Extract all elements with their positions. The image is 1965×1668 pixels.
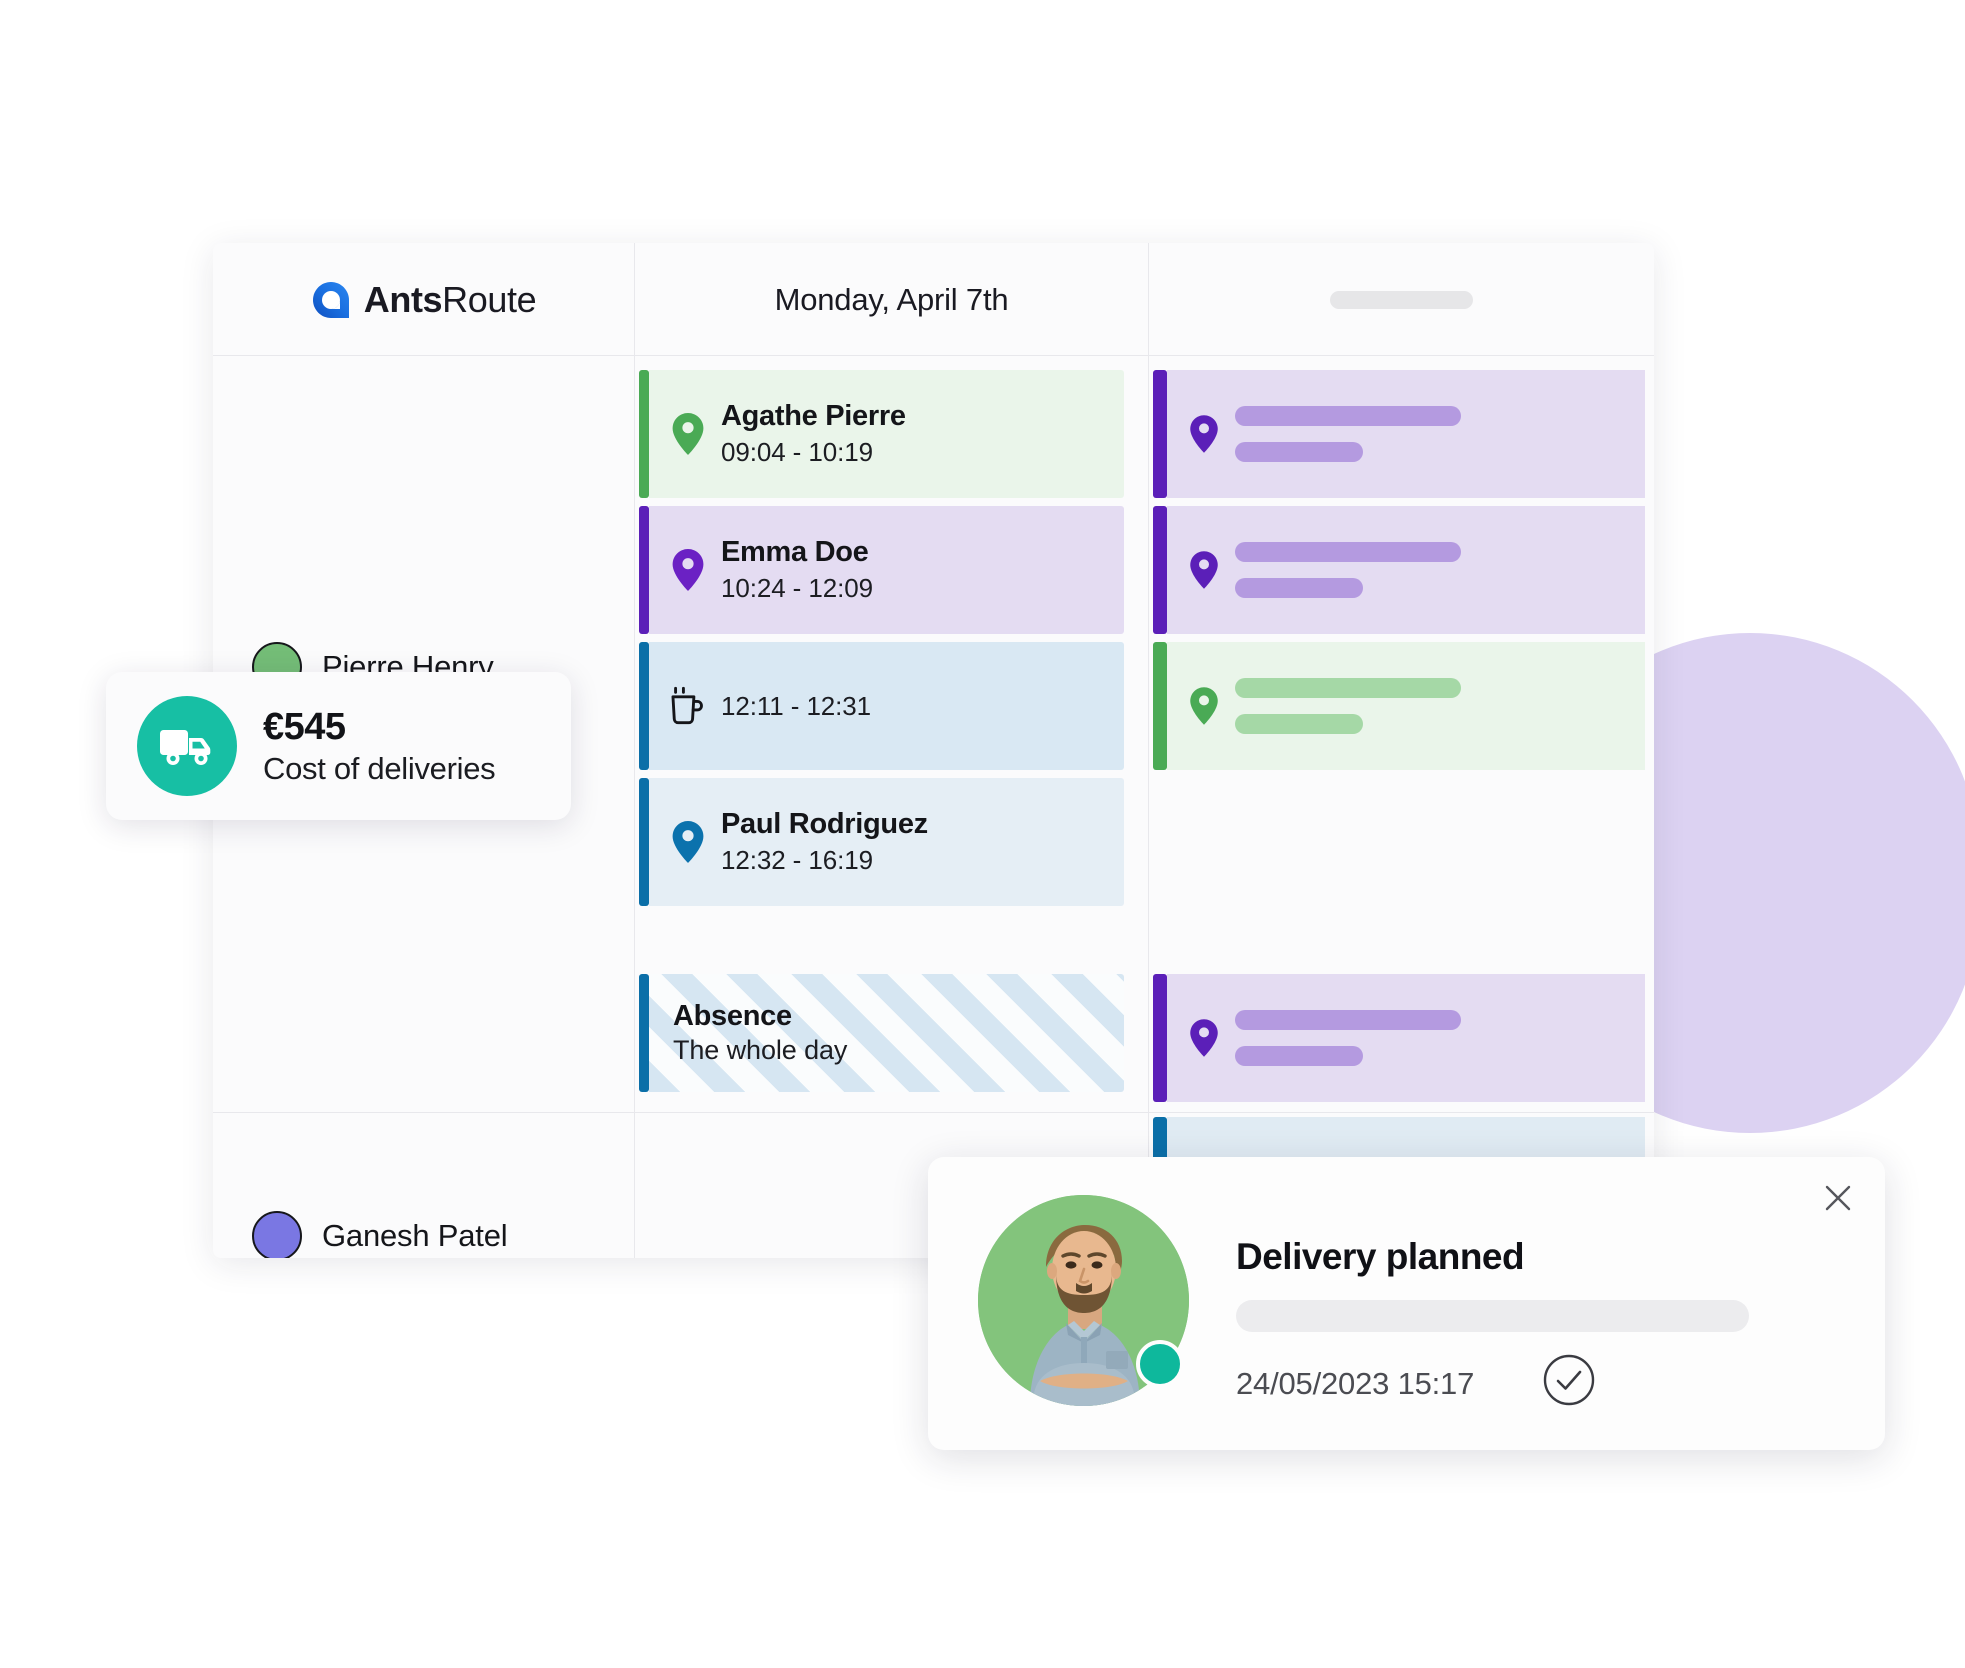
break-time: 12:11 - 12:31 (721, 690, 872, 721)
appointment-card-paul-rodriguez[interactable]: Paul Rodriguez 12:32 - 16:19 (639, 778, 1124, 906)
skeleton-line (1235, 542, 1461, 562)
absence-title: Absence (673, 1000, 792, 1032)
card-accent-bar (1153, 506, 1167, 634)
coffee-mug-icon (671, 686, 703, 725)
cost-label: Cost of deliveries (263, 750, 496, 786)
cost-amount: €545 (263, 705, 346, 748)
logo-text-bold: Ants (363, 278, 443, 320)
card-accent-bar (639, 506, 649, 634)
header-skeleton-bar (1330, 290, 1473, 309)
map-pin-icon (1190, 415, 1218, 453)
map-pin-icon (1190, 687, 1218, 725)
appointment-time: 10:24 - 12:09 (721, 573, 873, 603)
delivery-truck-icon (160, 730, 211, 765)
skeleton-line (1235, 714, 1363, 734)
driver-row-ganesh-patel[interactable]: Ganesh Patel (213, 1211, 634, 1258)
popup-skeleton-bar (1236, 1300, 1749, 1332)
card-accent-bar (1153, 370, 1167, 498)
map-pin-icon (1190, 1019, 1218, 1057)
skeleton-card-2[interactable] (1153, 506, 1645, 634)
skeleton-card-1[interactable] (1153, 370, 1645, 498)
card-accent-bar (639, 370, 649, 498)
map-pin-icon (672, 413, 704, 455)
skeleton-card-3[interactable] (1153, 642, 1645, 770)
column-divider-1 (634, 243, 635, 1258)
absence-card[interactable]: Absence The whole day (639, 974, 1124, 1092)
screenshot-root: AntsRoute Monday, April 7th Pierre Henry… (0, 0, 1965, 1668)
header-date-cell: Monday, April 7th (635, 243, 1148, 356)
antsroute-logo-icon (312, 281, 349, 318)
popup-timestamp: 24/05/2023 15:17 (1236, 1366, 1475, 1401)
status-badge (1136, 1340, 1184, 1388)
cost-of-deliveries-card[interactable]: €545 Cost of deliveries (106, 672, 571, 820)
map-pin-icon (672, 821, 704, 863)
map-pin-icon (672, 549, 704, 591)
appointment-card-emma-doe[interactable]: Emma Doe 10:24 - 12:09 (639, 506, 1124, 634)
break-card[interactable]: 12:11 - 12:31 (639, 642, 1124, 770)
appointment-title: Paul Rodriguez (721, 808, 928, 840)
skeleton-line (1235, 1046, 1363, 1066)
delivery-truck-badge (137, 696, 237, 796)
absence-subtitle: The whole day (673, 1035, 848, 1065)
close-icon (1825, 1185, 1851, 1211)
logo-text-light: Route (442, 278, 537, 320)
skeleton-line (1235, 442, 1363, 462)
driver-row-divider (213, 1112, 1654, 1113)
skeleton-line (1235, 1010, 1461, 1030)
popup-title: Delivery planned (1236, 1236, 1525, 1277)
card-accent-bar (1153, 642, 1167, 770)
card-accent-bar (639, 642, 649, 770)
delivery-planned-popup: Delivery planned 24/05/2023 15:17 (928, 1157, 1885, 1450)
check-circle-icon[interactable] (1543, 1354, 1595, 1406)
current-date-label: Monday, April 7th (774, 281, 1009, 317)
appointment-title: Emma Doe (721, 536, 869, 568)
brand-logo[interactable]: AntsRoute (213, 243, 634, 356)
header-skeleton-cell (1149, 243, 1654, 356)
skeleton-line (1235, 578, 1363, 598)
appointment-time: 12:32 - 16:19 (721, 845, 873, 875)
skeleton-line (1235, 678, 1461, 698)
driver-color-dot (252, 1211, 302, 1258)
map-pin-icon (1190, 551, 1218, 589)
column-divider-2 (1148, 243, 1149, 1258)
card-accent-bar (639, 974, 649, 1092)
card-accent-bar (1153, 974, 1167, 1102)
close-button[interactable] (1819, 1179, 1857, 1217)
appointment-card-agathe-pierre[interactable]: Agathe Pierre 09:04 - 10:19 (639, 370, 1124, 498)
appointment-time: 09:04 - 10:19 (721, 437, 873, 467)
panel-header: AntsRoute Monday, April 7th (213, 243, 1654, 356)
driver-name-label: Ganesh Patel (322, 1218, 508, 1253)
skeleton-card-4[interactable] (1153, 974, 1645, 1102)
card-accent-bar (639, 778, 649, 906)
appointment-title: Agathe Pierre (721, 400, 906, 432)
skeleton-line (1235, 406, 1461, 426)
